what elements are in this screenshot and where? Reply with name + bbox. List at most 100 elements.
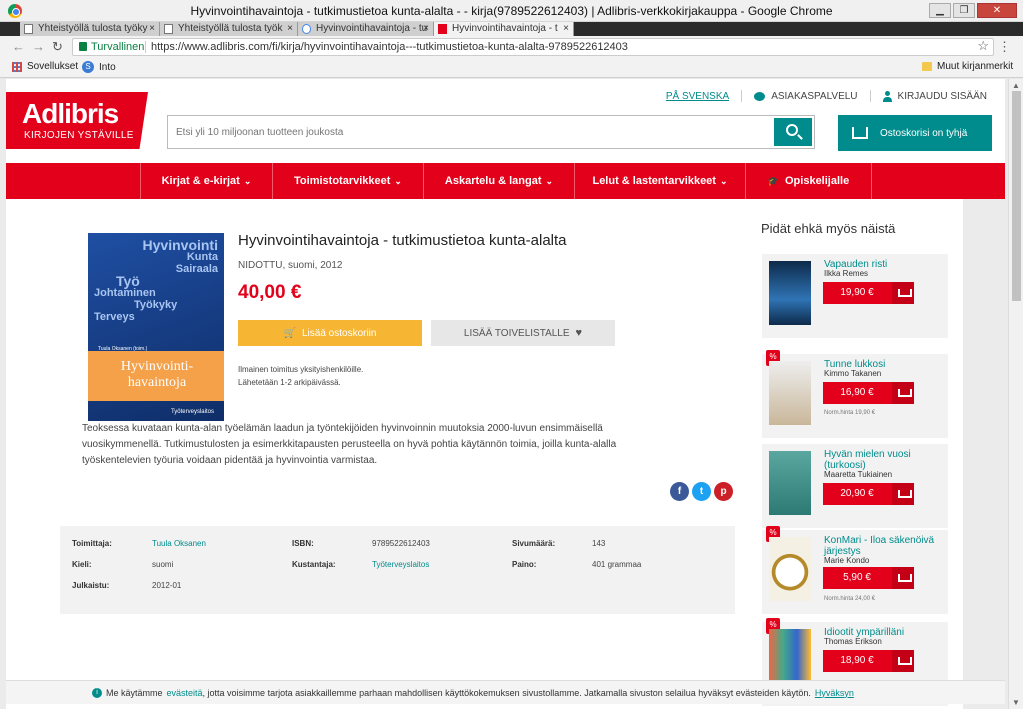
address-bar[interactable]: Turvallinen https://www.adlibris.com/fi/… bbox=[72, 38, 994, 56]
recommendation-buy-button[interactable]: 20,90 € bbox=[823, 483, 914, 505]
forward-arrow-icon[interactable]: → bbox=[32, 39, 45, 54]
cover-word: Hyvinvointi bbox=[142, 237, 218, 253]
nav-label: Toimistotarvikkeet bbox=[294, 175, 391, 187]
recommendation-price: 19,90 € bbox=[840, 287, 874, 298]
bookmark-star-icon[interactable]: ☆ bbox=[977, 38, 989, 54]
web-page: Adlibris KIRJOJEN YSTÄVILLE PÅ SVENSKA A… bbox=[0, 79, 1008, 709]
window-title: Hyvinvointihavaintoja - tutkimustietoa k… bbox=[190, 4, 833, 18]
nav-item-office[interactable]: Toimistotarvikkeet ⌄ bbox=[273, 163, 424, 199]
divider bbox=[869, 90, 871, 102]
brand-tagline: KIRJOJEN YSTÄVILLE bbox=[24, 130, 134, 141]
main-nav: Kirjat & e-kirjat ⌄ Toimistotarvikkeet ⌄ A… bbox=[6, 163, 1005, 199]
search-input[interactable] bbox=[168, 116, 768, 148]
cart-icon bbox=[892, 567, 914, 589]
recommendation-price: 20,90 € bbox=[840, 488, 874, 499]
url-text: https://www.adlibris.com/fi/kirja/hyvinv… bbox=[151, 41, 628, 53]
recommendation-buy-button[interactable]: 18,90 € bbox=[823, 650, 914, 672]
user-icon bbox=[882, 90, 892, 102]
nav-item-books[interactable]: Kirjat & e-kirjat ⌄ bbox=[140, 163, 273, 199]
recommendation-author: Kimmo Takanen bbox=[824, 369, 882, 378]
close-tab-icon[interactable]: × bbox=[149, 22, 155, 35]
search-icon bbox=[786, 124, 798, 136]
cover-word: Sairaala bbox=[175, 263, 218, 275]
cover-word: Johtaminen bbox=[94, 287, 156, 299]
browser-tab[interactable]: Yhteistyöllä tulosta työky × bbox=[20, 22, 160, 36]
recommendation-cover[interactable] bbox=[769, 451, 811, 515]
page-scrollbar[interactable]: ▲ ▼ bbox=[1008, 79, 1023, 709]
nav-label: Opiskelijalle bbox=[785, 175, 850, 187]
language-link[interactable]: PÅ SVENSKA bbox=[666, 91, 729, 102]
bookmark-label: Sovellukset bbox=[27, 61, 79, 72]
cart-icon bbox=[892, 483, 914, 505]
browser-tab-active[interactable]: Hyvinvointihavaintoja - t × bbox=[434, 22, 574, 36]
recommendation-item[interactable]: Hyvän mielen vuosi (turkoosi) Maaretta T… bbox=[762, 444, 948, 528]
cart-icon bbox=[892, 382, 914, 404]
browser-tab[interactable]: Yhteistyöllä tulosta työk × bbox=[160, 22, 298, 36]
customer-service-label: ASIAKASPALVELU bbox=[771, 90, 858, 102]
book-cover-image[interactable]: Hyvinvointi Kunta Sairaala Työ Johtamine… bbox=[88, 233, 224, 421]
recommendation-cover[interactable] bbox=[769, 261, 811, 325]
close-tab-icon[interactable]: × bbox=[563, 22, 569, 35]
pinterest-icon[interactable]: p bbox=[714, 482, 733, 501]
document-icon bbox=[164, 24, 173, 34]
recommendation-title[interactable]: Hyvän mielen vuosi (turkoosi) bbox=[824, 449, 948, 471]
delivery-line: Lähetetään 1-2 arkipäivässä. bbox=[238, 378, 341, 387]
back-arrow-icon[interactable]: ← bbox=[12, 39, 25, 54]
login-link[interactable]: KIRJAUDU SISÄÄN bbox=[882, 90, 987, 102]
nav-item-crafts[interactable]: Askartelu & langat ⌄ bbox=[424, 163, 575, 199]
maximize-button[interactable]: ❐ bbox=[953, 3, 975, 18]
reload-icon[interactable]: ↻ bbox=[52, 39, 63, 55]
recommendations-title: Pidät ehkä myös näistä bbox=[761, 221, 896, 236]
close-tab-icon[interactable]: × bbox=[423, 22, 429, 35]
recommendation-item[interactable]: % Tunne lukkosi Kimmo Takanen 16,90 € No… bbox=[762, 350, 948, 438]
cookie-text: Me käytämme bbox=[106, 687, 163, 698]
recommendation-author: Maaretta Tukiainen bbox=[824, 470, 893, 479]
document-icon bbox=[24, 24, 33, 34]
publisher-link[interactable]: Työterveyslaitos bbox=[372, 560, 429, 569]
add-to-cart-button[interactable]: 🛒 Lisää ostoskoriin bbox=[238, 320, 422, 346]
bookmark-other[interactable]: Muut kirjanmerkit bbox=[922, 61, 1013, 72]
recommendation-item[interactable]: Vapauden risti Ilkka Remes 19,90 € bbox=[762, 254, 948, 338]
accept-cookies-link[interactable]: Hyväksyn bbox=[815, 688, 854, 698]
browser-tab[interactable]: Hyvinvointihavaintoja - tu × bbox=[298, 22, 434, 36]
nav-item-toys[interactable]: Lelut & lastentarvikkeet ⌄ bbox=[575, 163, 746, 199]
add-to-wishlist-button[interactable]: LISÄÄ TOIVELISTALLE ♥ bbox=[431, 320, 615, 346]
bookmark-apps[interactable]: Sovellukset bbox=[12, 61, 78, 72]
bookmark-into[interactable]: S Into bbox=[82, 61, 116, 73]
cart-icon bbox=[892, 650, 914, 672]
window-titlebar: Hyvinvointihavaintoja - tutkimustietoa k… bbox=[0, 0, 1023, 22]
chevron-down-icon: ⌄ bbox=[243, 176, 252, 186]
search-button[interactable] bbox=[774, 118, 812, 146]
twitter-icon[interactable]: t bbox=[692, 482, 711, 501]
scroll-down-arrow-icon[interactable]: ▼ bbox=[1012, 698, 1020, 707]
cover-title: havaintoja bbox=[127, 375, 187, 390]
cart-label: Ostoskorisi on tyhjä bbox=[880, 127, 968, 139]
recommendation-buy-button[interactable]: 16,90 € bbox=[823, 382, 914, 404]
scrollbar-thumb[interactable] bbox=[1012, 91, 1021, 301]
browser-menu-icon[interactable]: ⋮ bbox=[998, 39, 1011, 55]
nav-item-students[interactable]: 🎓 Opiskelijalle bbox=[746, 163, 872, 199]
brand-name: Adlibris bbox=[22, 98, 119, 129]
recommendation-item[interactable]: % KonMari - Iloa säkenöivä järjestys Mar… bbox=[762, 526, 948, 614]
close-tab-icon[interactable]: × bbox=[287, 22, 293, 35]
recommendation-buy-button[interactable]: 19,90 € bbox=[823, 282, 914, 304]
info-icon: i bbox=[92, 687, 102, 698]
site-header: Adlibris KIRJOJEN YSTÄVILLE PÅ SVENSKA A… bbox=[6, 79, 1005, 163]
product-meta: NIDOTTU, suomi, 2012 bbox=[238, 260, 343, 271]
login-label: KIRJAUDU SISÄÄN bbox=[897, 90, 987, 102]
recommendation-title[interactable]: KonMari - Iloa säkenöivä järjestys bbox=[824, 535, 948, 557]
recommendation-cover[interactable] bbox=[769, 537, 811, 601]
cart-button[interactable]: Ostoskorisi on tyhjä bbox=[838, 115, 992, 151]
customer-service-link[interactable]: ASIAKASPALVELU bbox=[754, 90, 858, 102]
editor-link[interactable]: Tuula Oksanen bbox=[152, 539, 206, 548]
recommendation-cover[interactable] bbox=[769, 361, 811, 425]
facebook-icon[interactable]: f bbox=[670, 482, 689, 501]
recommendation-buy-button[interactable]: 5,90 € bbox=[823, 567, 914, 589]
apps-grid-icon bbox=[12, 61, 22, 72]
cookie-policy-link[interactable]: evästeitä bbox=[167, 688, 203, 698]
close-window-button[interactable]: ✕ bbox=[977, 3, 1017, 18]
adlibris-logo[interactable]: Adlibris KIRJOJEN YSTÄVILLE bbox=[6, 92, 148, 149]
minimize-button[interactable]: ▁ bbox=[929, 3, 951, 18]
scroll-up-arrow-icon[interactable]: ▲ bbox=[1012, 81, 1020, 90]
add-to-cart-label: Lisää ostoskoriin bbox=[301, 327, 377, 339]
